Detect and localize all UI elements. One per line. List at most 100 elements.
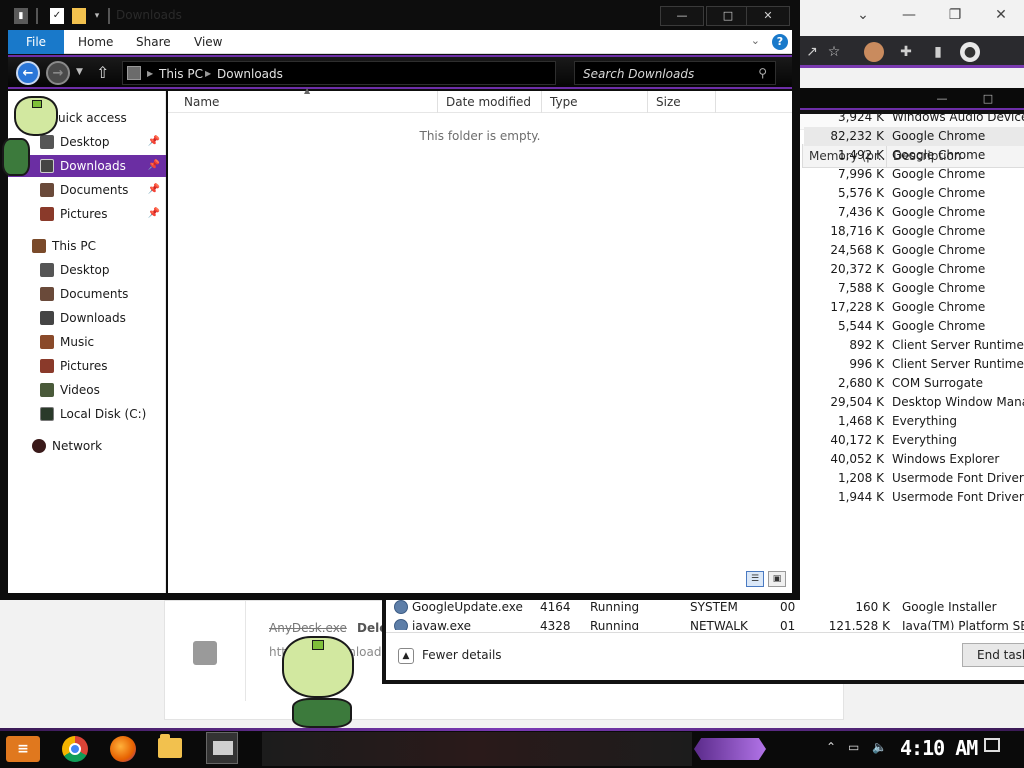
search-icon[interactable]: ⚲	[758, 66, 767, 80]
tm-process-row[interactable]: 7,996 K Google Chrome	[804, 165, 1024, 184]
tm-process-row[interactable]: 17,228 K Google Chrome	[804, 298, 1024, 317]
pin-icon[interactable]: 📌	[148, 179, 160, 201]
tm-process-row[interactable]: 892 K Client Server Runtime Pr...	[804, 336, 1024, 355]
tm-process-row[interactable]: 2,680 K COM Surrogate	[804, 374, 1024, 393]
file-explorer-taskbar-icon[interactable]	[158, 734, 182, 758]
sidebar-item-qa-downloads[interactable]: Downloads 📌	[8, 155, 166, 177]
qat-dropdown-icon[interactable]: ▾	[92, 8, 102, 24]
forward-button[interactable]: →	[46, 61, 70, 85]
back-button[interactable]: ←	[16, 61, 40, 85]
tm-process-row[interactable]: 3,924 K Windows Audio Device ...	[804, 108, 1024, 127]
tm-process-row[interactable]: 1,944 K Usermode Font Driver Host	[804, 488, 1024, 507]
tm-process-row[interactable]: 7,588 K Google Chrome	[804, 279, 1024, 298]
tm-minimize-button[interactable]: —	[922, 90, 962, 108]
network-tray-icon[interactable]: ▭	[848, 740, 859, 754]
volume-icon[interactable]: 🔈	[872, 740, 887, 754]
tab-share[interactable]: Share	[122, 30, 185, 54]
sidebar-item-pc-music[interactable]: Music	[8, 331, 166, 353]
tm-process-row[interactable]: 29,504 K Desktop Window Manager	[804, 393, 1024, 412]
profile-icon[interactable]: ●	[960, 42, 980, 62]
photos-taskbar-icon[interactable]	[206, 732, 238, 764]
tm-process-row[interactable]: 996 K Client Server Runtime Pr...	[804, 355, 1024, 374]
extensions-puzzle-icon[interactable]: ✚	[896, 42, 916, 62]
fewer-details-button[interactable]: ▲ Fewer details	[398, 645, 502, 665]
side-panel-icon[interactable]: ▮	[928, 42, 948, 62]
breadcrumb-downloads[interactable]: Downloads	[217, 62, 283, 86]
pin-icon[interactable]: 📌	[148, 131, 160, 153]
minimize-button[interactable]: —	[660, 6, 704, 26]
app-icon[interactable]: ▮	[14, 8, 28, 24]
tm-process-row[interactable]: 18,716 K Google Chrome	[804, 222, 1024, 241]
chrome-restore-button[interactable]: ❐	[932, 4, 978, 26]
extension-avatar-icon[interactable]	[864, 42, 884, 62]
process-memory: 121,528 K	[828, 619, 890, 630]
tm-process-row[interactable]: 1,492 K Google Chrome	[804, 146, 1024, 165]
breadcrumb-chevron-icon[interactable]: ▶	[205, 62, 211, 86]
tm-process-row[interactable]: 20,372 K Google Chrome	[804, 260, 1024, 279]
tm-process-row-googleupdate[interactable]: GoogleUpdate.exe 4164 Running SYSTEM 00 …	[394, 598, 1024, 617]
tm-process-row[interactable]: 40,172 K Everything	[804, 431, 1024, 450]
sidebar-item-qa-documents[interactable]: Documents 📌	[8, 179, 166, 201]
details-view-icon[interactable]: ☰	[746, 571, 764, 587]
new-folder-icon[interactable]	[72, 8, 86, 24]
tab-view[interactable]: View	[180, 30, 236, 54]
sidebar-item-pc-documents[interactable]: Documents	[8, 283, 166, 305]
firefox-taskbar-icon[interactable]	[110, 736, 136, 762]
sidebar-item-pc-videos[interactable]: Videos	[8, 379, 166, 401]
download-file-name[interactable]: AnyDesk.exe	[269, 621, 347, 635]
tm-process-row[interactable]: 82,232 K Google Chrome	[804, 127, 1024, 146]
show-hidden-icons-icon[interactable]: ⌃	[826, 740, 836, 754]
share-icon[interactable]: ↗	[802, 42, 822, 62]
tm-process-row[interactable]: 7,436 K Google Chrome	[804, 203, 1024, 222]
tm-process-row-javaw[interactable]: javaw.exe 4328 Running NETWALK 01 121,52…	[394, 617, 1024, 630]
expand-ribbon-icon[interactable]: ⌄	[751, 34, 760, 47]
bookmark-star-icon[interactable]: ☆	[824, 42, 844, 62]
chrome-minimize-button[interactable]: —	[886, 4, 932, 26]
process-memory: 24,568 K	[830, 243, 884, 257]
sidebar-item-pc-local-disk[interactable]: Local Disk (C:)	[8, 403, 166, 425]
recent-locations-icon[interactable]: ▼	[76, 67, 83, 77]
search-input[interactable]: Search Downloads ⚲	[574, 61, 776, 85]
properties-icon[interactable]: ✓	[50, 8, 64, 24]
tab-file[interactable]: File	[8, 30, 64, 54]
process-description: Usermode Font Driver Host	[892, 490, 1024, 504]
clock[interactable]: 4:10 AM	[900, 736, 978, 760]
help-icon[interactable]: ?	[772, 34, 788, 50]
col-date-modified[interactable]: Date modified	[438, 91, 542, 113]
chrome-tab-search-icon[interactable]: ⌄	[840, 4, 886, 26]
maximize-button[interactable]: □	[706, 6, 750, 26]
sidebar-item-label: Desktop	[60, 263, 110, 277]
pin-icon[interactable]: 📌	[148, 155, 160, 177]
mascot-gem	[312, 640, 324, 650]
sidebar-item-pc-desktop[interactable]: Desktop	[8, 259, 166, 281]
notifications-icon[interactable]: .	[984, 738, 1000, 752]
large-icons-view-icon[interactable]: ▣	[768, 571, 786, 587]
sidebar-item-this-pc[interactable]: This PC	[8, 235, 166, 257]
tm-process-row[interactable]: 40,052 K Windows Explorer	[804, 450, 1024, 469]
tm-process-row[interactable]: 1,468 K Everything	[804, 412, 1024, 431]
sidebar-item-network[interactable]: Network	[8, 435, 166, 457]
breadcrumb[interactable]: ▶ This PC ▶ Downloads	[122, 61, 556, 85]
tm-process-row[interactable]: 24,568 K Google Chrome	[804, 241, 1024, 260]
tm-process-row[interactable]: 5,576 K Google Chrome	[804, 184, 1024, 203]
col-type[interactable]: Type	[542, 91, 648, 113]
tm-maximize-button[interactable]: □	[968, 90, 1008, 108]
sidebar-item-label: Videos	[60, 383, 100, 397]
close-button[interactable]: ✕	[746, 6, 790, 26]
tm-process-row[interactable]: 1,208 K Usermode Font Driver Host	[804, 469, 1024, 488]
col-size[interactable]: Size	[648, 91, 716, 113]
breadcrumb-chevron-icon[interactable]: ▶	[147, 62, 153, 86]
chrome-close-button[interactable]: ✕	[978, 4, 1024, 26]
col-name[interactable]: Name	[176, 91, 438, 113]
tab-home[interactable]: Home	[64, 30, 127, 54]
chrome-taskbar-icon[interactable]	[62, 736, 88, 762]
sidebar-item-pc-pictures[interactable]: Pictures	[8, 355, 166, 377]
start-button[interactable]: ≡	[6, 736, 40, 762]
end-task-button[interactable]: End task	[962, 643, 1024, 667]
tm-process-row[interactable]: 5,544 K Google Chrome	[804, 317, 1024, 336]
sidebar-item-pc-downloads[interactable]: Downloads	[8, 307, 166, 329]
pin-icon[interactable]: 📌	[148, 203, 160, 225]
breadcrumb-this-pc[interactable]: This PC	[159, 62, 203, 86]
sidebar-item-qa-pictures[interactable]: Pictures 📌	[8, 203, 166, 225]
up-button[interactable]: ⇧	[96, 63, 109, 82]
